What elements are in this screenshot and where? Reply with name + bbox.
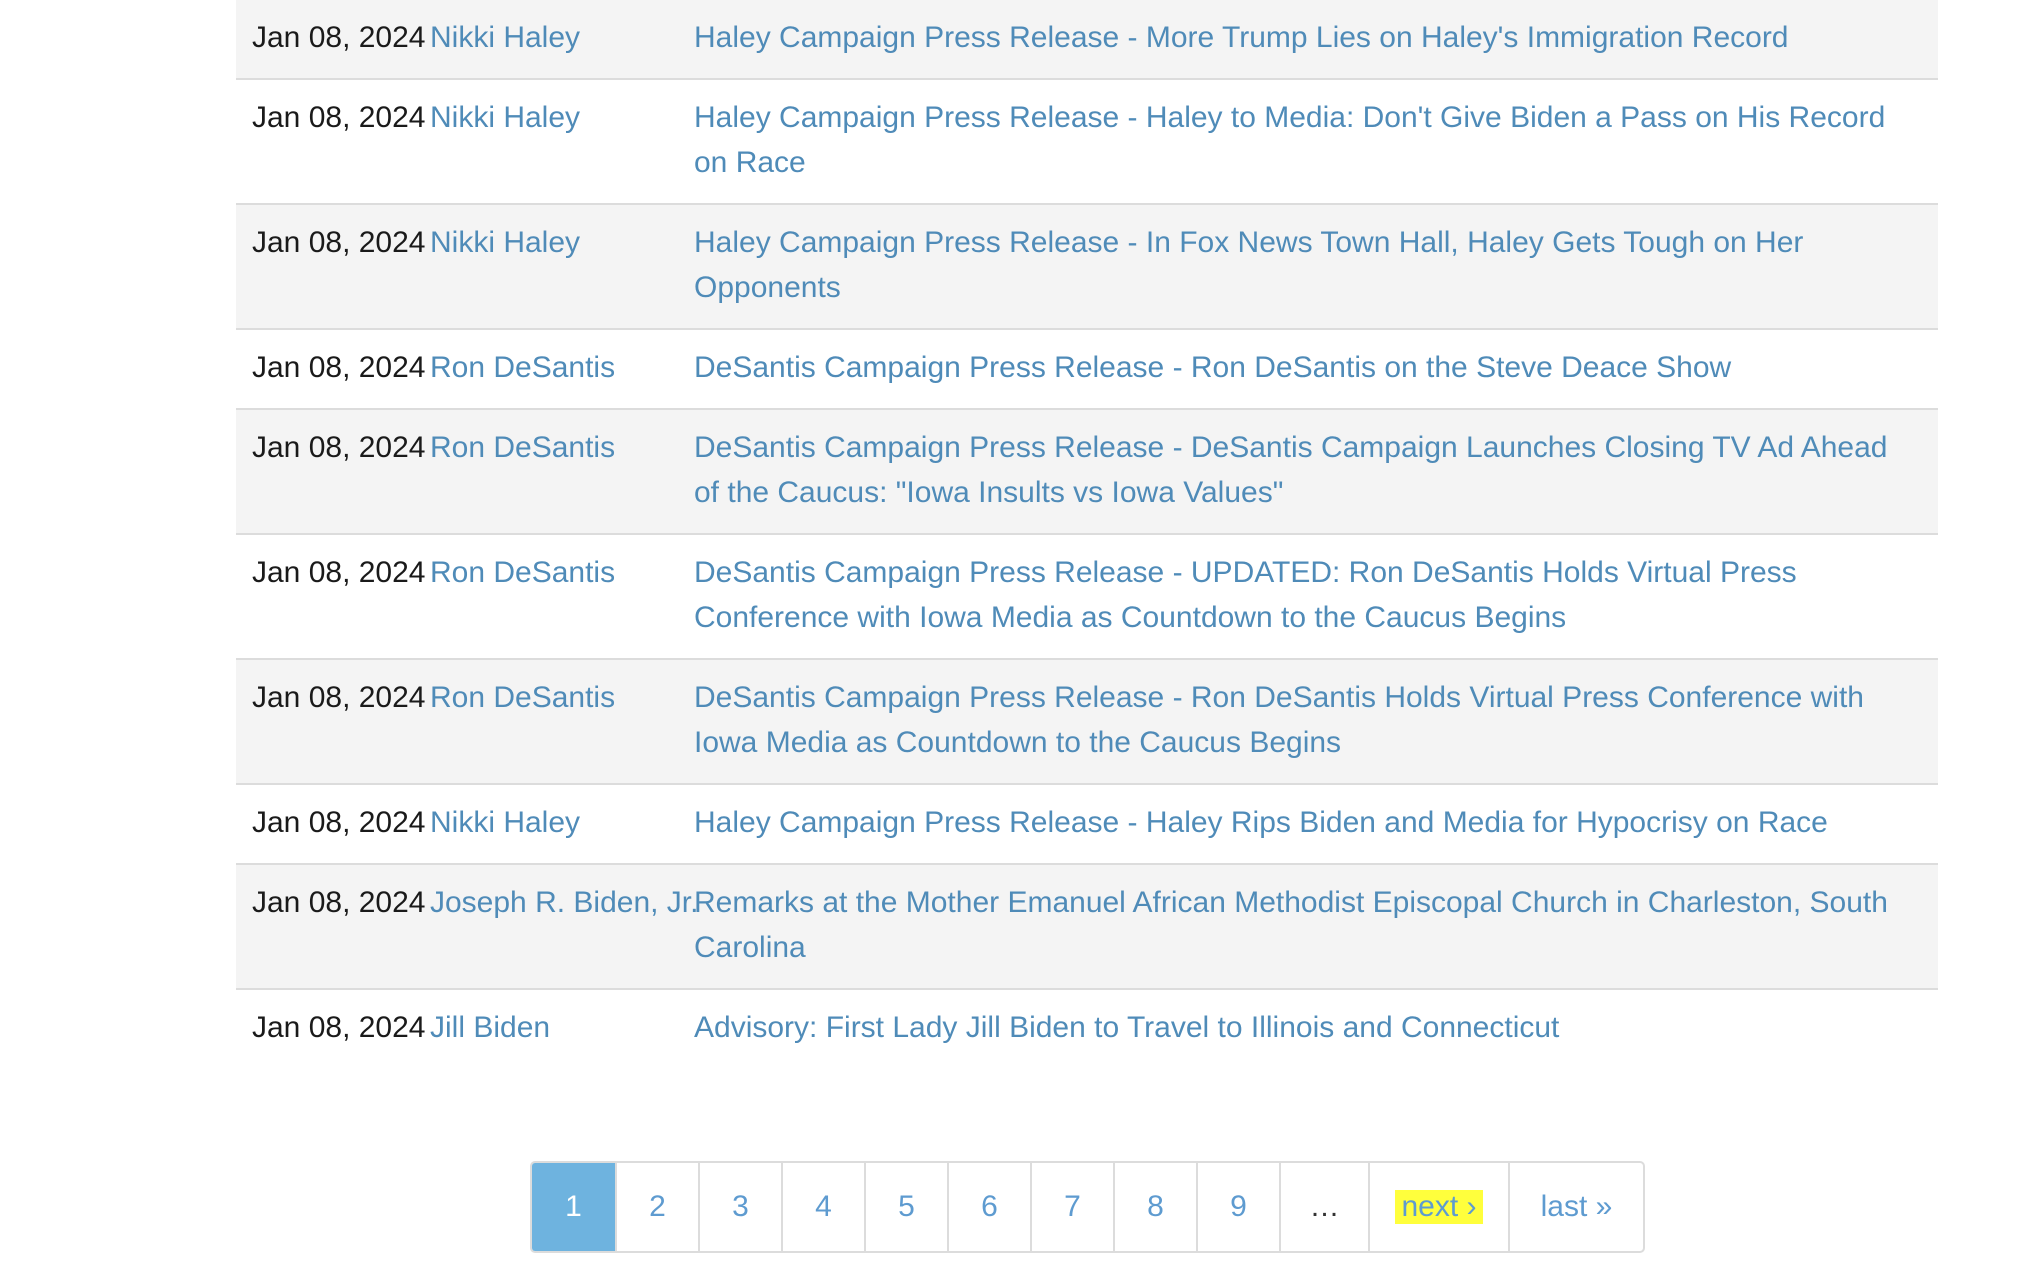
document-title-link[interactable]: Haley Campaign Press Release - Haley Rip…	[694, 806, 1828, 839]
table-row: Jan 08, 2024 Jill Biden Advisory: First …	[236, 990, 1938, 1070]
pagination: 1 2 3 4 5 6 7 8 9 … next › last »	[530, 1161, 1645, 1253]
date-cell: Jan 08, 2024	[252, 431, 426, 464]
person-link[interactable]: Joseph R. Biden, Jr.	[430, 886, 698, 919]
date-cell: Jan 08, 2024	[252, 681, 426, 714]
results-table: Jan 08, 2024 Nikki Haley Haley Campaign …	[236, 0, 1938, 1070]
date-cell: Jan 08, 2024	[252, 226, 426, 259]
date-cell: Jan 08, 2024	[252, 1011, 426, 1044]
person-link[interactable]: Nikki Haley	[430, 226, 580, 259]
person-link[interactable]: Ron DeSantis	[430, 681, 615, 714]
page-6-link[interactable]: 6	[947, 1163, 1030, 1251]
table-row: Jan 08, 2024 Ron DeSantis DeSantis Campa…	[236, 330, 1938, 410]
person-link[interactable]: Nikki Haley	[430, 101, 580, 134]
page-3-link[interactable]: 3	[698, 1163, 781, 1251]
page-4-link[interactable]: 4	[781, 1163, 864, 1251]
date-cell: Jan 08, 2024	[252, 21, 426, 54]
document-title-link[interactable]: DeSantis Campaign Press Release - Ron De…	[694, 681, 1864, 759]
table-row: Jan 08, 2024 Nikki Haley Haley Campaign …	[236, 785, 1938, 865]
document-title-link[interactable]: Haley Campaign Press Release - Haley to …	[694, 101, 1885, 179]
person-link[interactable]: Jill Biden	[430, 1011, 550, 1044]
table-row: Jan 08, 2024 Joseph R. Biden, Jr. Remark…	[236, 865, 1938, 990]
date-cell: Jan 08, 2024	[252, 351, 426, 384]
last-page-link[interactable]: last »	[1508, 1163, 1643, 1251]
table-row: Jan 08, 2024 Ron DeSantis DeSantis Campa…	[236, 410, 1938, 535]
document-title-link[interactable]: DeSantis Campaign Press Release - DeSant…	[694, 431, 1887, 509]
table-row: Jan 08, 2024 Ron DeSantis DeSantis Campa…	[236, 660, 1938, 785]
date-cell: Jan 08, 2024	[252, 556, 426, 589]
table-row: Jan 08, 2024 Nikki Haley Haley Campaign …	[236, 205, 1938, 330]
document-title-link[interactable]: DeSantis Campaign Press Release - UPDATE…	[694, 556, 1797, 634]
person-link[interactable]: Nikki Haley	[430, 21, 580, 54]
table-row: Jan 08, 2024 Ron DeSantis DeSantis Campa…	[236, 535, 1938, 660]
page-5-link[interactable]: 5	[864, 1163, 947, 1251]
page-8-link[interactable]: 8	[1113, 1163, 1196, 1251]
table-row: Jan 08, 2024 Nikki Haley Haley Campaign …	[236, 80, 1938, 205]
person-link[interactable]: Ron DeSantis	[430, 431, 615, 464]
pager-ellipsis: …	[1279, 1163, 1368, 1251]
document-title-link[interactable]: DeSantis Campaign Press Release - Ron De…	[694, 351, 1731, 384]
page-1-current[interactable]: 1	[532, 1163, 615, 1251]
document-title-link[interactable]: Remarks at the Mother Emanuel African Me…	[694, 886, 1888, 964]
document-title-link[interactable]: Haley Campaign Press Release - In Fox Ne…	[694, 226, 1803, 304]
person-link[interactable]: Nikki Haley	[430, 806, 580, 839]
document-title-link[interactable]: Advisory: First Lady Jill Biden to Trave…	[694, 1011, 1559, 1044]
next-page-label[interactable]: next ›	[1395, 1190, 1483, 1224]
next-page-link[interactable]: next ›	[1368, 1163, 1508, 1251]
person-link[interactable]: Ron DeSantis	[430, 556, 615, 589]
date-cell: Jan 08, 2024	[252, 806, 426, 839]
table-row: Jan 08, 2024 Nikki Haley Haley Campaign …	[236, 0, 1938, 80]
date-cell: Jan 08, 2024	[252, 101, 426, 134]
page-9-link[interactable]: 9	[1196, 1163, 1279, 1251]
date-cell: Jan 08, 2024	[252, 886, 426, 919]
person-link[interactable]: Ron DeSantis	[430, 351, 615, 384]
page-7-link[interactable]: 7	[1030, 1163, 1113, 1251]
document-title-link[interactable]: Haley Campaign Press Release - More Trum…	[694, 21, 1789, 54]
page-2-link[interactable]: 2	[615, 1163, 698, 1251]
